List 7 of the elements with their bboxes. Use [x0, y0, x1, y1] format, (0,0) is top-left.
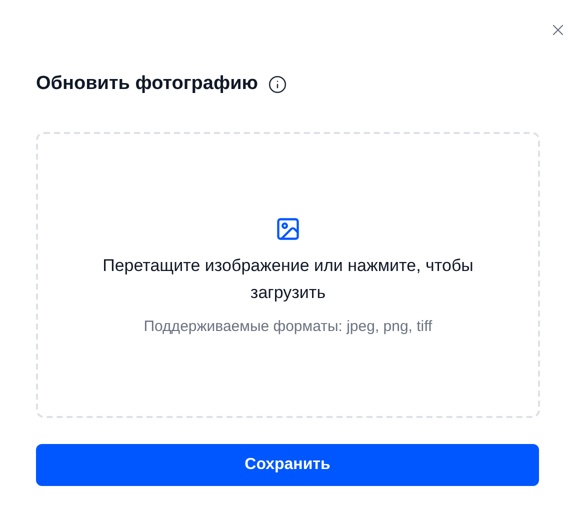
- upload-instruction: Перетащите изображение или нажмите, чтобы загрузить: [102, 254, 474, 304]
- supported-formats: Поддерживаемые форматы: jpeg, png, tiff: [144, 316, 432, 337]
- upload-dropzone[interactable]: Перетащите изображение или нажмите, чтобы загрузить Поддерживаемые форматы: jpeg, png, tiff: [36, 132, 540, 418]
- image-icon: [275, 216, 301, 242]
- save-button[interactable]: Сохранить: [36, 444, 539, 486]
- dialog-title: Обновить фотографию: [36, 72, 258, 96]
- info-icon[interactable]: [268, 74, 288, 94]
